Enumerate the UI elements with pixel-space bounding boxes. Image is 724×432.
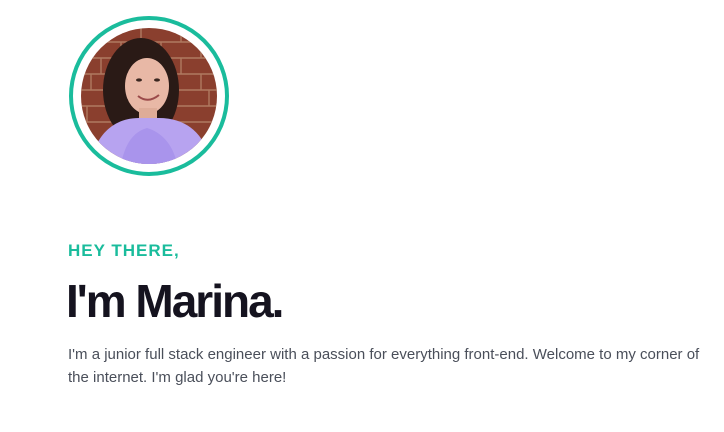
- avatar-ring: [69, 16, 229, 176]
- greeting-eyebrow: HEY THERE,: [68, 241, 180, 260]
- avatar: [81, 28, 217, 164]
- avatar-photo: [81, 28, 217, 164]
- page-title: I'm Marina.: [66, 275, 284, 327]
- intro-paragraph: I'm a junior full stack engineer with a …: [68, 346, 700, 386]
- hero-section: HEY THERE, I'm Marina. I'm a junior full…: [0, 0, 724, 432]
